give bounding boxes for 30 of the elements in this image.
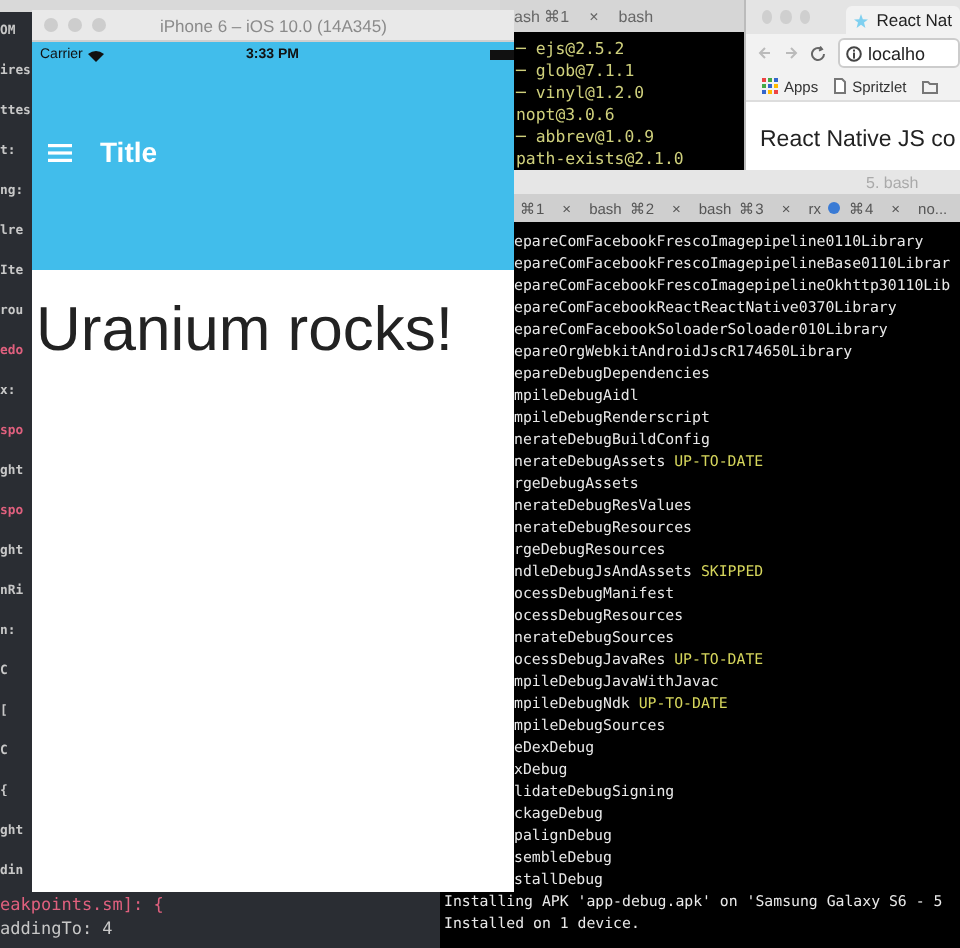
terminal-line: ─ vinyl@1.2.0 [516, 82, 647, 104]
page-icon [834, 78, 847, 94]
window-titlebar: 5. bash [514, 170, 960, 194]
code-line: addingTo: 4 [0, 920, 115, 940]
battery-icon [490, 50, 514, 60]
star-icon [854, 13, 869, 27]
terminal-line: ─ abbrev@1.0.9 [516, 126, 657, 148]
body-text: Uranium rocks! [36, 294, 455, 366]
info-icon [846, 45, 862, 61]
terminal-tab[interactable]: bash [618, 7, 654, 25]
back-icon[interactable] [758, 46, 772, 60]
close-button[interactable]: × [589, 7, 599, 25]
tab-title: React Nat [876, 10, 953, 30]
terminal-line: ─ ejs@2.5.2 [516, 38, 627, 60]
forward-icon[interactable] [784, 46, 798, 60]
folder-icon[interactable] [922, 79, 939, 93]
page-heading: React Native JS co [758, 126, 958, 152]
nav-title: Title [100, 136, 158, 168]
wifi-icon [88, 49, 105, 61]
menu-icon[interactable] [48, 143, 72, 161]
terminal-line: nopt@3.0.6 [516, 104, 617, 126]
terminal-line: ─ glob@7.1.1 [516, 60, 637, 82]
browser-tab[interactable]: React Nat [846, 6, 960, 34]
terminal-line: path-exists@2.1.0 [516, 148, 686, 170]
reload-icon[interactable] [810, 45, 826, 61]
terminal-tab[interactable]: ash ⌘1 [514, 7, 570, 25]
apps-icon [762, 78, 778, 94]
address-field[interactable]: localho [838, 38, 960, 68]
window-title: iPhone 6 – iOS 10.0 (14A345) [160, 15, 387, 35]
code-line: eakpoints.sm]: { [0, 896, 164, 916]
